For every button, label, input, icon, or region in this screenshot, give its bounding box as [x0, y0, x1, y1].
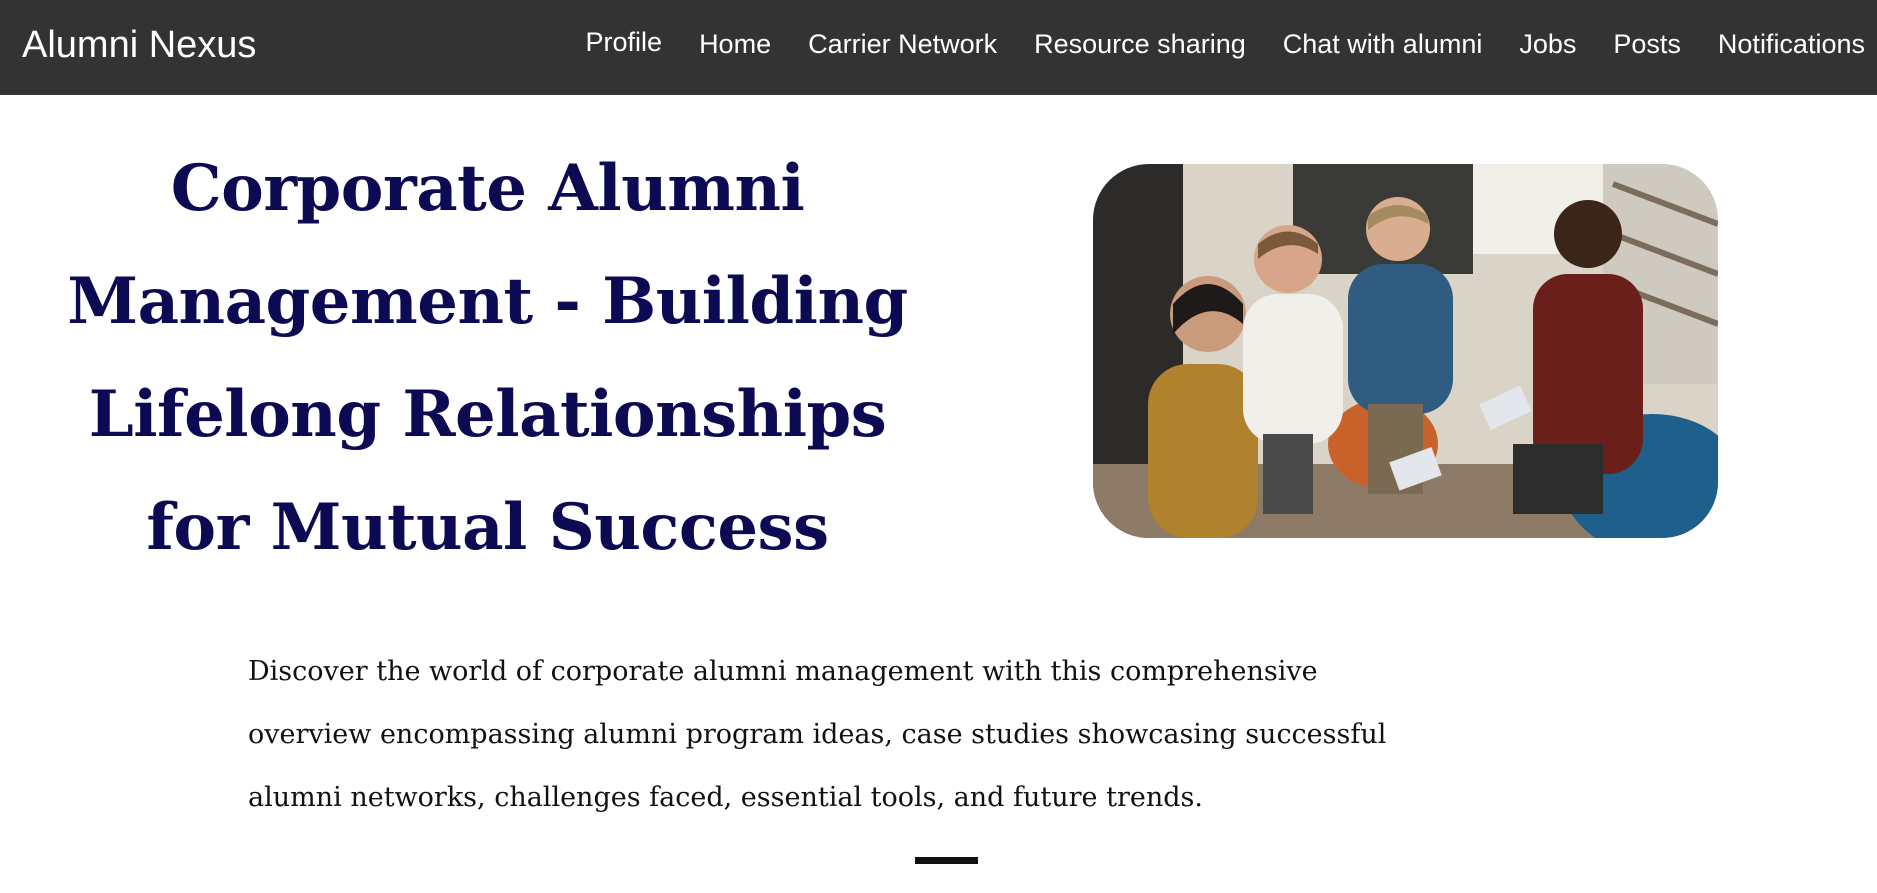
nav-links: Profile Home Carrier Network Resource sh… [586, 26, 1865, 62]
group-meeting-photo [1093, 164, 1718, 538]
nav-link-profile[interactable]: Profile [586, 24, 663, 60]
hero-group-meeting-image [1093, 164, 1718, 538]
nav-link-jobs[interactable]: Jobs [1519, 26, 1576, 62]
nav-link-chat-with-alumni[interactable]: Chat with alumni [1283, 26, 1483, 62]
nav-link-resource-sharing[interactable]: Resource sharing [1034, 26, 1246, 62]
nav-link-home[interactable]: Home [699, 26, 771, 62]
brand-logo-text[interactable]: Alumni Nexus [22, 22, 256, 68]
nav-link-posts[interactable]: Posts [1613, 26, 1681, 62]
hero-title: Corporate Alumni Management - Building L… [67, 151, 908, 565]
intro-paragraph: Discover the world of corporate alumni m… [248, 656, 1387, 813]
nav-link-notifications[interactable]: Notifications [1718, 26, 1865, 62]
section-divider [915, 857, 978, 864]
top-navbar: Alumni Nexus Profile Home Carrier Networ… [0, 0, 1877, 95]
nav-link-carrier-network[interactable]: Carrier Network [808, 26, 997, 62]
